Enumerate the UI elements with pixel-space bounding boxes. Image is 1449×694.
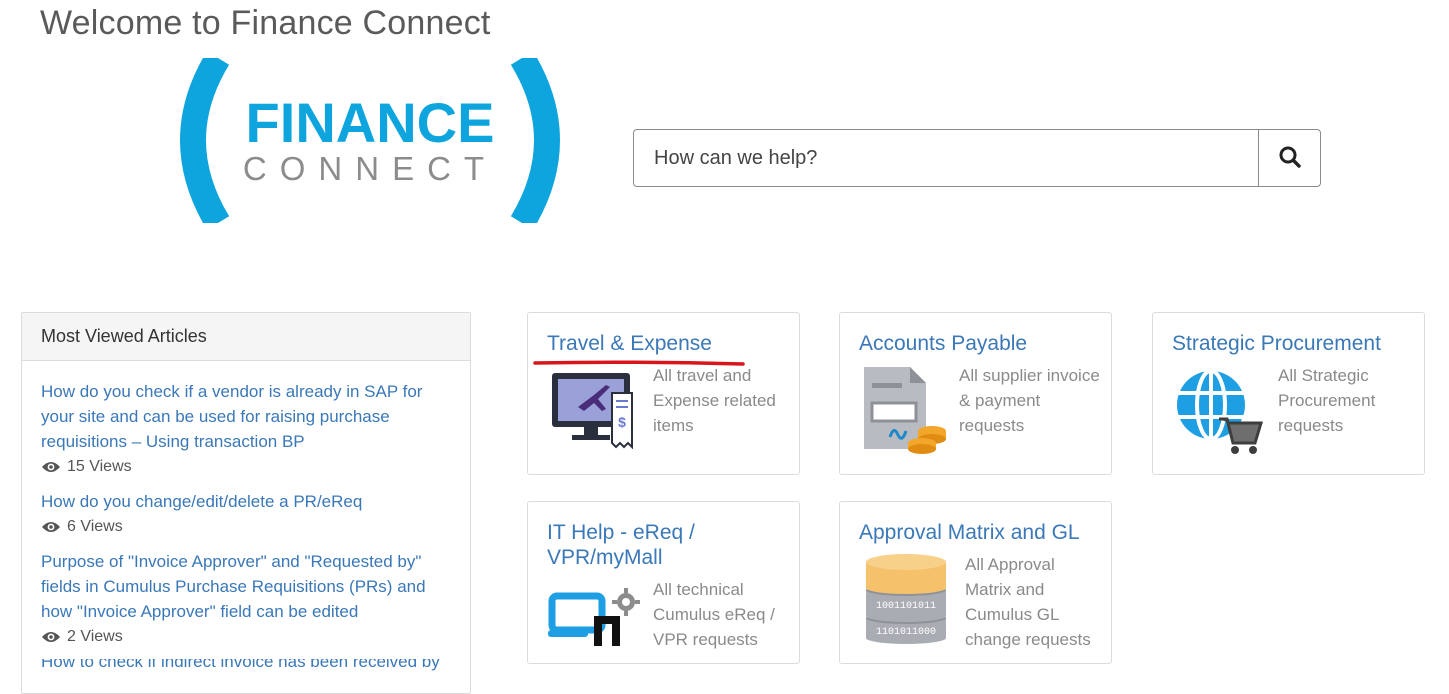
- card-description: All Strategic Procurement requests: [1278, 366, 1376, 435]
- travel-monitor-icon: $: [550, 371, 636, 454]
- database-icon: 1001101011 1101011000: [864, 552, 948, 649]
- category-card-travel-expense[interactable]: Travel & Expense $ All travel and Expens…: [527, 312, 800, 475]
- invoice-coins-icon: [860, 365, 950, 462]
- category-card-approval-matrix-gl[interactable]: Approval Matrix and GL 1001101011 110101…: [839, 501, 1112, 664]
- search-icon: [1278, 145, 1302, 172]
- svg-text:$: $: [618, 414, 626, 430]
- article-views: 6 Views: [41, 515, 451, 539]
- page-title: Welcome to Finance Connect: [40, 4, 491, 42]
- card-description: All Approval Matrix and Cumulus GL chang…: [965, 555, 1091, 649]
- most-viewed-articles-heading: Most Viewed Articles: [22, 313, 470, 361]
- article-link[interactable]: How to check if indirect invoice has bee…: [41, 659, 451, 673]
- svg-text:1001101011: 1001101011: [876, 601, 936, 612]
- article-views: 15 Views: [41, 455, 451, 479]
- category-card-strategic-procurement[interactable]: Strategic Procurement All Strategic Proc…: [1152, 312, 1425, 475]
- eye-icon: [42, 632, 60, 642]
- article-item: How do you check if a vendor is already …: [41, 379, 451, 479]
- finance-connect-logo: FINANCE CONNECT: [180, 51, 560, 230]
- article-views-count: 6 Views: [67, 518, 123, 535]
- card-title[interactable]: Travel & Expense: [547, 331, 712, 356]
- article-views-count: 2 Views: [67, 628, 123, 645]
- card-description: All supplier invoice & payment requests: [959, 366, 1100, 435]
- article-item: How do you change/edit/delete a PR/eReq …: [41, 489, 451, 539]
- svg-text:1101011000: 1101011000: [876, 627, 936, 638]
- laptop-gear-icon: [548, 586, 640, 653]
- article-item: How to check if indirect invoice has bee…: [41, 659, 451, 673]
- category-card-accounts-payable[interactable]: Accounts Payable All supplier invoice & …: [839, 312, 1112, 475]
- eye-icon: [42, 522, 60, 532]
- card-title[interactable]: Accounts Payable: [859, 331, 1027, 356]
- article-item: Purpose of "Invoice Approver" and "Reque…: [41, 549, 451, 649]
- category-card-it-help[interactable]: IT Help - eReq / VPR/myMall All technica…: [527, 501, 800, 664]
- card-description: All technical Cumulus eReq / VPR request…: [653, 580, 775, 649]
- card-title[interactable]: Strategic Procurement: [1172, 331, 1381, 356]
- card-description: All travel and Expense related items: [653, 366, 776, 435]
- logo-word-finance: FINANCE: [246, 91, 495, 154]
- card-title[interactable]: Approval Matrix and GL: [859, 520, 1080, 545]
- article-link[interactable]: How do you change/edit/delete a PR/eReq: [41, 489, 451, 514]
- search-input[interactable]: [634, 130, 1258, 186]
- article-link[interactable]: Purpose of "Invoice Approver" and "Reque…: [41, 549, 451, 624]
- logo-word-connect: CONNECT: [243, 150, 497, 187]
- search-bar: [633, 129, 1321, 187]
- globe-cart-icon: [1175, 369, 1265, 460]
- article-views: 2 Views: [41, 625, 451, 649]
- article-views-count: 15 Views: [67, 458, 132, 475]
- eye-icon: [42, 462, 60, 472]
- article-link[interactable]: How do you check if a vendor is already …: [41, 379, 451, 454]
- most-viewed-articles-panel: Most Viewed Articles How do you check if…: [21, 312, 471, 694]
- card-title[interactable]: IT Help - eReq / VPR/myMall: [547, 520, 747, 570]
- search-button[interactable]: [1258, 130, 1320, 186]
